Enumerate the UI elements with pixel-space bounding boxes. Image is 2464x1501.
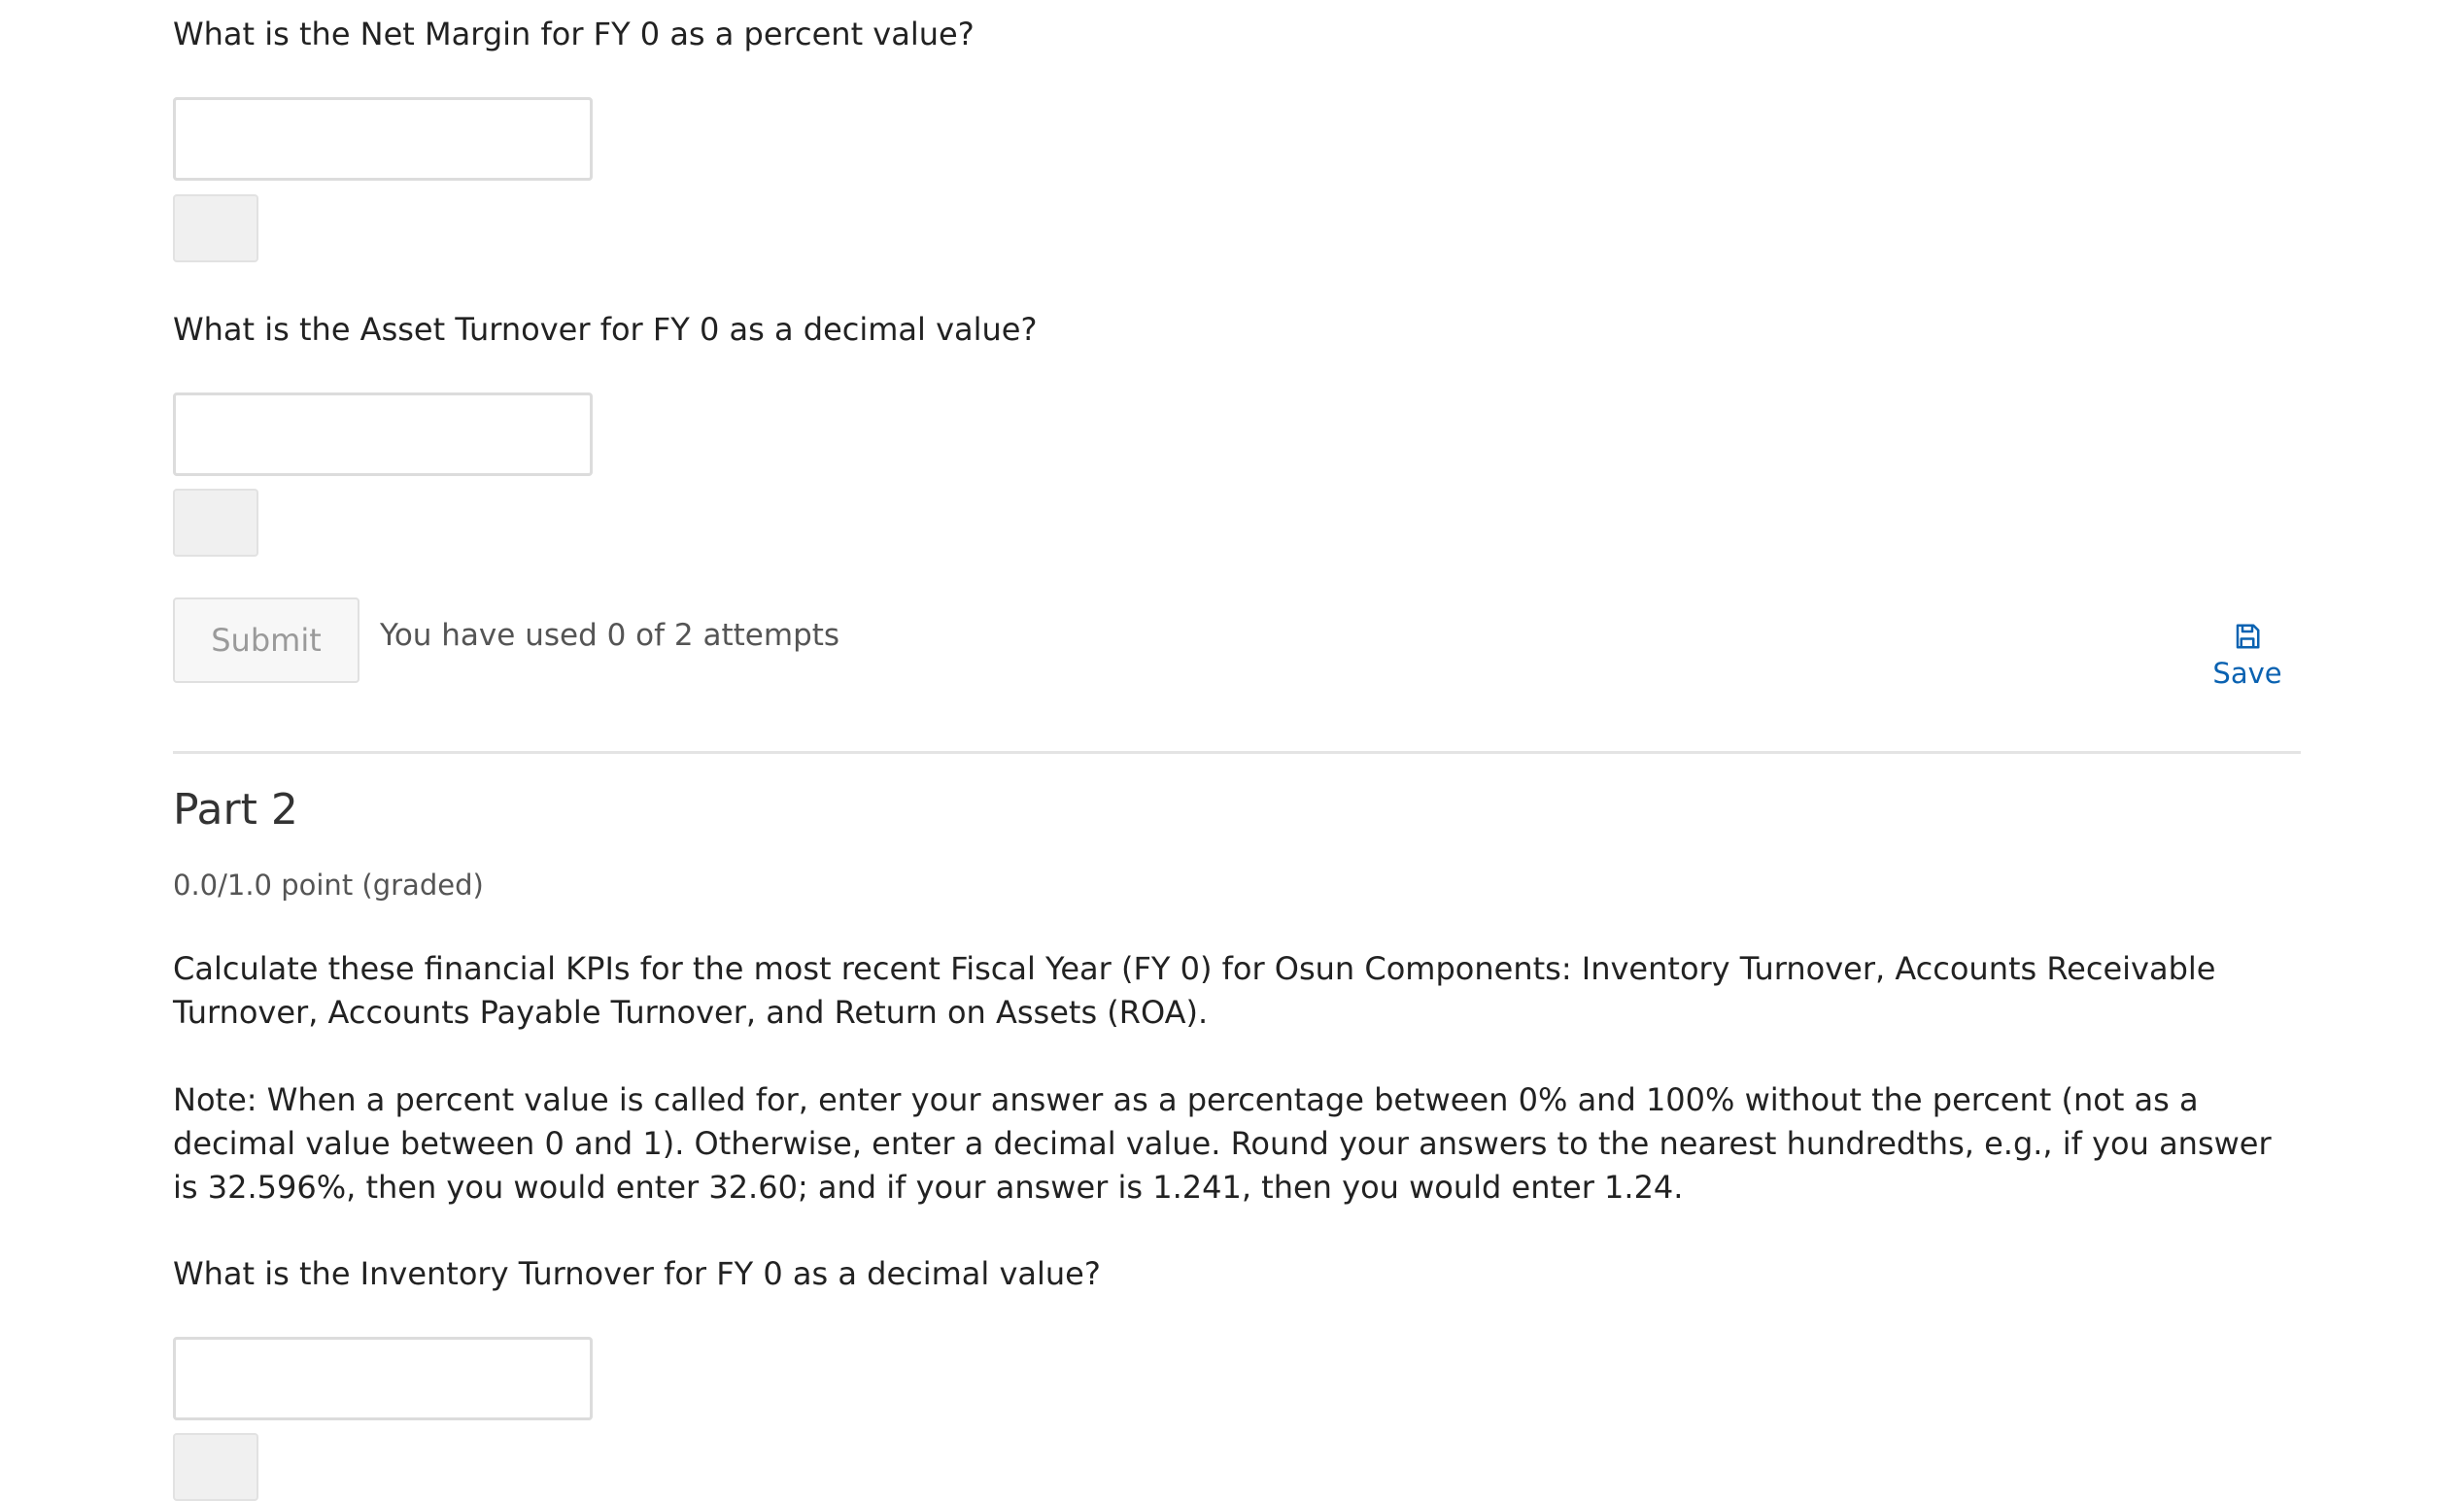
net-margin-status-indicator [173,194,258,262]
attempts-counter: You have used 0 of 2 attempts [380,618,840,653]
question-inventory-turnover: What is the Inventory Turnover for FY 0 … [173,1255,1101,1292]
section-divider [173,751,2301,754]
save-button[interactable]: Save [2194,622,2301,690]
inventory-turnover-status-indicator [173,1433,258,1501]
inventory-turnover-input[interactable] [173,1337,593,1420]
problem-note-text: Note: When a percent value is called for… [173,1081,2272,1206]
points-status: 0.0/1.0 point (graded) [173,869,484,902]
net-margin-input[interactable] [173,97,593,181]
save-icon [2236,624,2260,649]
asset-turnover-status-indicator [173,489,258,557]
save-label: Save [2212,657,2282,690]
problem-intro-text: Calculate these financial KPIs for the m… [173,950,2216,1031]
part-2-title: Part 2 [173,785,298,835]
question-asset-turnover: What is the Asset Turnover for FY 0 as a… [173,311,1038,348]
submit-button[interactable]: Submit [173,597,359,683]
asset-turnover-input[interactable] [173,392,593,476]
question-net-margin: What is the Net Margin for FY 0 as a per… [173,16,975,52]
